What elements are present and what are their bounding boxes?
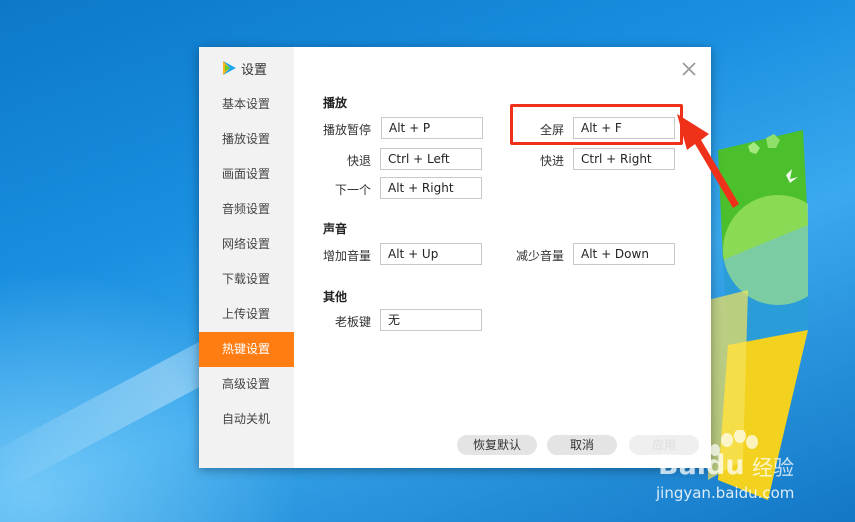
play-pause-hotkey-field[interactable]: Alt + P (381, 117, 483, 139)
watermark-brand-cn: 经验 (752, 456, 794, 480)
volume-up-label: 增加音量 (322, 249, 371, 263)
sidebar-item-auto-shutdown[interactable]: 自动关机 (199, 402, 294, 437)
sidebar-item-upload[interactable]: 上传设置 (199, 297, 294, 332)
cancel-button[interactable]: 取消 (547, 435, 617, 455)
boss-key-label: 老板键 (334, 315, 371, 329)
boss-key-hotkey-field[interactable]: 无 (380, 309, 482, 331)
volume-up-hotkey-field[interactable]: Alt + Up (380, 243, 482, 265)
sidebar-item-picture[interactable]: 画面设置 (199, 157, 294, 192)
section-title-playback: 播放 (323, 96, 348, 110)
tencent-video-logo-icon (223, 61, 236, 75)
sidebar-item-hotkeys[interactable]: 热键设置 (199, 332, 294, 367)
dialog-title: 设置 (241, 62, 268, 78)
section-title-sound: 声音 (323, 222, 348, 236)
volume-down-hotkey-field[interactable]: Alt + Down (573, 243, 675, 265)
sidebar-item-download[interactable]: 下载设置 (199, 262, 294, 297)
sidebar-item-advanced[interactable]: 高级设置 (199, 367, 294, 402)
sidebar-item-audio[interactable]: 音频设置 (199, 192, 294, 227)
sidebar-item-playback[interactable]: 播放设置 (199, 122, 294, 157)
forward-hotkey-field[interactable]: Ctrl + Right (573, 148, 675, 170)
volume-down-label: 减少音量 (515, 249, 564, 263)
annotation-highlight-box (510, 104, 683, 145)
rewind-hotkey-field[interactable]: Ctrl + Left (380, 148, 482, 170)
section-title-other: 其他 (323, 290, 348, 304)
restore-default-button[interactable]: 恢复默认 (457, 435, 537, 455)
next-hotkey-field[interactable]: Alt + Right (380, 177, 482, 199)
annotation-arrow-icon (677, 114, 739, 208)
sidebar-item-network[interactable]: 网络设置 (199, 227, 294, 262)
sidebar-item-basic[interactable]: 基本设置 (199, 87, 294, 122)
next-label: 下一个 (334, 183, 371, 197)
watermark-brand: Baidu (658, 450, 745, 481)
forward-label: 快进 (539, 154, 564, 168)
watermark-url: jingyan.baidu.com (656, 484, 795, 502)
play-pause-label: 播放暂停 (322, 123, 371, 137)
settings-sidebar: 设置 基本设置 播放设置 画面设置 音频设置 网络设置 下载设置 上传设置 热键… (199, 47, 294, 468)
rewind-label: 快退 (346, 154, 371, 168)
dialog-title-bar: 设置 (221, 59, 268, 78)
close-icon[interactable] (681, 61, 697, 77)
